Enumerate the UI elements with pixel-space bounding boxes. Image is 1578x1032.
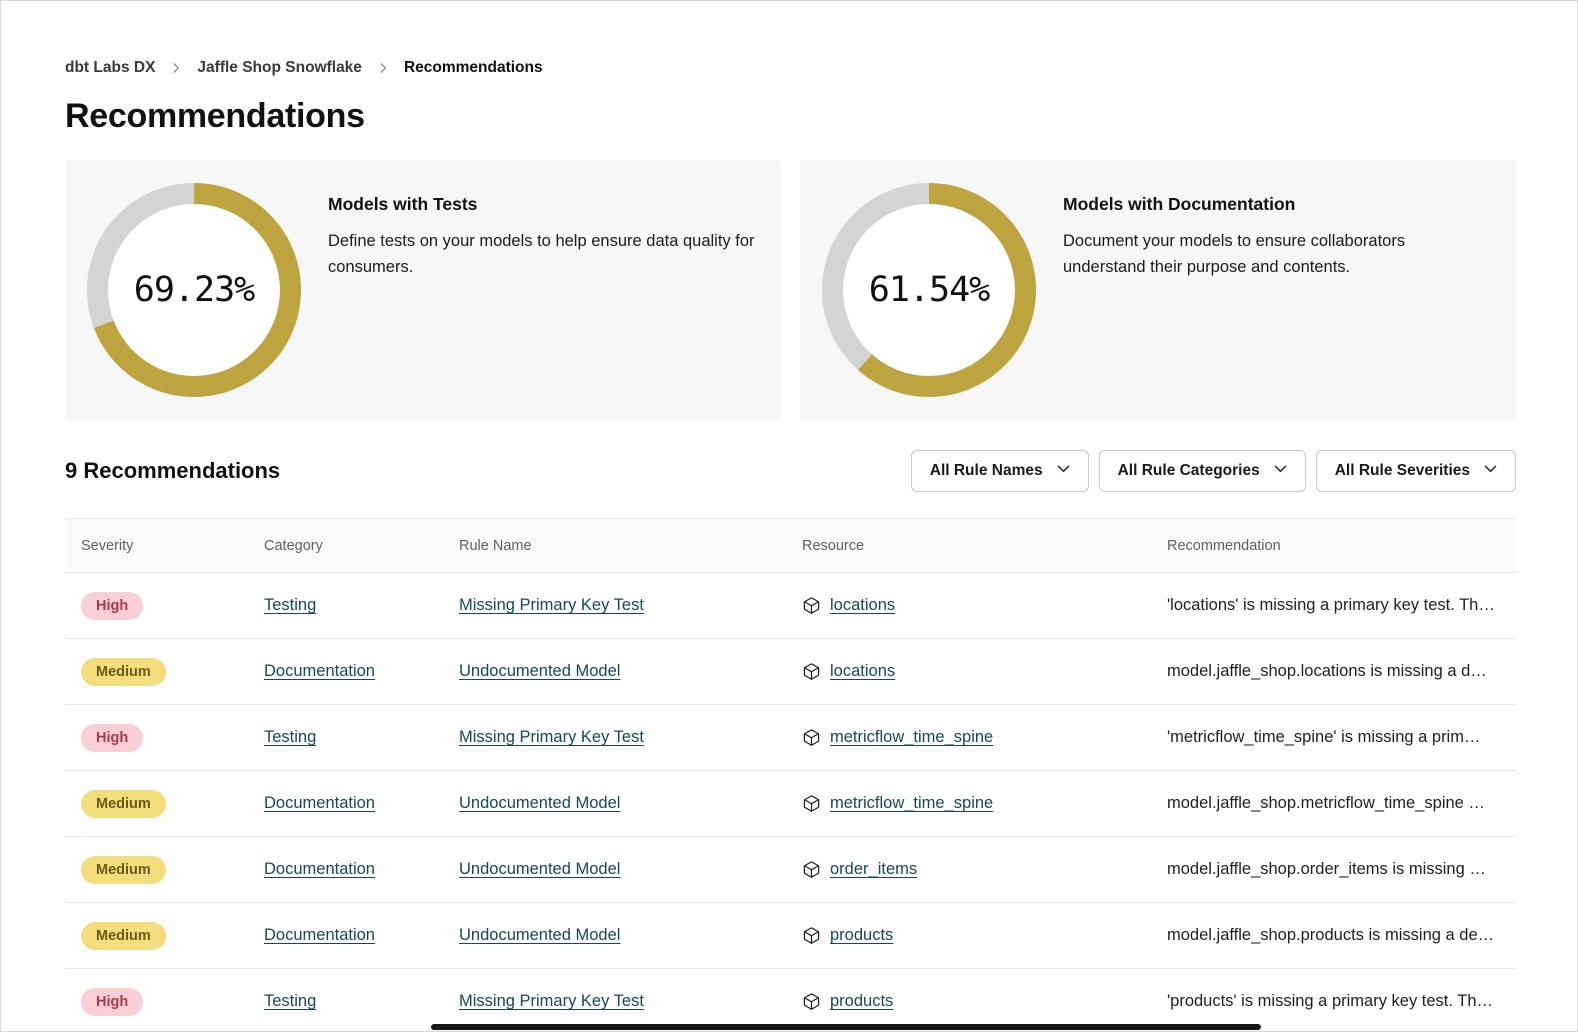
recommendation-text: model.jaffle_shop.products is missing a …: [1167, 926, 1516, 945]
category-link[interactable]: Testing: [264, 728, 316, 746]
package-icon: [802, 992, 821, 1011]
rule-names-filter-dropdown[interactable]: All Rule Names: [911, 450, 1089, 492]
page-title: Recommendations: [65, 97, 1516, 136]
card-title: Models with Tests: [328, 194, 757, 215]
documentation-donut-chart: 61.54%: [822, 183, 1036, 397]
rule-name-link[interactable]: Undocumented Model: [459, 926, 620, 944]
rule-categories-filter-dropdown[interactable]: All Rule Categories: [1099, 450, 1306, 492]
resource-link[interactable]: metricflow_time_spine: [830, 728, 993, 747]
card-text: Models with Documentation Document your …: [1063, 194, 1431, 280]
card-description: Document your models to ensure collabora…: [1063, 228, 1431, 280]
table-row: High Testing Missing Primary Key Test pr…: [65, 969, 1516, 1032]
recommendation-text: model.jaffle_shop.order_items is missing…: [1167, 860, 1516, 879]
resource-link[interactable]: products: [830, 926, 893, 945]
rule-name-link[interactable]: Undocumented Model: [459, 794, 620, 812]
resource-link[interactable]: locations: [830, 662, 895, 681]
table-row: High Testing Missing Primary Key Test lo…: [65, 573, 1516, 639]
breadcrumb-item-account[interactable]: dbt Labs DX: [65, 59, 155, 77]
donut-hole: 69.23%: [108, 204, 280, 376]
filter-label: All Rule Names: [930, 462, 1043, 480]
breadcrumb-item-project[interactable]: Jaffle Shop Snowflake: [197, 59, 362, 77]
package-icon: [802, 596, 821, 615]
recommendations-page: dbt Labs DX Jaffle Shop Snowflake Recomm…: [0, 0, 1578, 1032]
table-row: Medium Documentation Undocumented Model …: [65, 903, 1516, 969]
tests-percentage: 69.23%: [134, 270, 254, 310]
column-header-category: Category: [264, 538, 459, 554]
chevron-down-icon: [1055, 460, 1072, 482]
severity-badge: High: [81, 724, 143, 752]
table-header-row: Severity Category Rule Name Resource Rec…: [65, 519, 1516, 573]
horizontal-scrollbar-thumb[interactable]: [431, 1024, 1261, 1030]
resource-link[interactable]: locations: [830, 596, 895, 615]
card-text: Models with Tests Define tests on your m…: [328, 194, 757, 280]
summary-cards: 69.23% Models with Tests Define tests on…: [65, 160, 1516, 420]
recommendation-text: 'products' is missing a primary key test…: [1167, 992, 1516, 1011]
category-link[interactable]: Documentation: [264, 860, 375, 878]
resource-link[interactable]: metricflow_time_spine: [830, 794, 993, 813]
category-link[interactable]: Documentation: [264, 926, 375, 944]
table-row: Medium Documentation Undocumented Model …: [65, 837, 1516, 903]
severity-badge: Medium: [81, 790, 166, 818]
rule-name-link[interactable]: Missing Primary Key Test: [459, 992, 644, 1010]
recommendation-text: model.jaffle_shop.metricflow_time_spine …: [1167, 794, 1516, 813]
category-link[interactable]: Documentation: [264, 662, 375, 680]
table-row: Medium Documentation Undocumented Model …: [65, 771, 1516, 837]
documentation-percentage: 61.54%: [869, 270, 989, 310]
severity-badge: High: [81, 592, 143, 620]
column-header-recommendation: Recommendation: [1167, 538, 1516, 554]
table-row: High Testing Missing Primary Key Test me…: [65, 705, 1516, 771]
chevron-down-icon: [1482, 460, 1499, 482]
rule-severities-filter-dropdown[interactable]: All Rule Severities: [1316, 450, 1516, 492]
package-icon: [802, 860, 821, 879]
category-link[interactable]: Testing: [264, 992, 316, 1010]
chevron-down-icon: [1272, 460, 1289, 482]
column-header-rule-name: Rule Name: [459, 538, 802, 554]
recommendation-text: model.jaffle_shop.locations is missing a…: [1167, 662, 1516, 681]
severity-badge: Medium: [81, 922, 166, 950]
rule-name-link[interactable]: Undocumented Model: [459, 860, 620, 878]
chevron-right-icon: [376, 61, 390, 75]
recommendation-text: 'locations' is missing a primary key tes…: [1167, 596, 1516, 615]
breadcrumb-item-current: Recommendations: [404, 59, 543, 77]
rule-name-link[interactable]: Missing Primary Key Test: [459, 728, 644, 746]
severity-badge: Medium: [81, 856, 166, 884]
models-with-documentation-card: 61.54% Models with Documentation Documen…: [800, 160, 1516, 420]
tests-donut-chart: 69.23%: [87, 183, 301, 397]
breadcrumb: dbt Labs DX Jaffle Shop Snowflake Recomm…: [65, 59, 1516, 77]
filter-label: All Rule Categories: [1118, 462, 1260, 480]
resource-link[interactable]: products: [830, 992, 893, 1011]
category-link[interactable]: Testing: [264, 596, 316, 614]
list-header: 9 Recommendations All Rule Names All Rul…: [65, 450, 1516, 492]
package-icon: [802, 926, 821, 945]
rule-name-link[interactable]: Undocumented Model: [459, 662, 620, 680]
rule-name-link[interactable]: Missing Primary Key Test: [459, 596, 644, 614]
package-icon: [802, 728, 821, 747]
card-description: Define tests on your models to help ensu…: [328, 228, 757, 280]
recommendation-text: 'metricflow_time_spine' is missing a pri…: [1167, 728, 1516, 747]
table-row: Medium Documentation Undocumented Model …: [65, 639, 1516, 705]
column-header-severity: Severity: [81, 538, 264, 554]
recommendations-count: 9 Recommendations: [65, 458, 280, 484]
severity-badge: Medium: [81, 658, 166, 686]
category-link[interactable]: Documentation: [264, 794, 375, 812]
filters: All Rule Names All Rule Categories All R…: [911, 450, 1516, 492]
column-header-resource: Resource: [802, 538, 1167, 554]
donut-hole: 61.54%: [843, 204, 1015, 376]
package-icon: [802, 794, 821, 813]
card-title: Models with Documentation: [1063, 194, 1431, 215]
severity-badge: High: [81, 988, 143, 1016]
filter-label: All Rule Severities: [1335, 462, 1470, 480]
recommendations-table: Severity Category Rule Name Resource Rec…: [65, 518, 1516, 1032]
package-icon: [802, 662, 821, 681]
resource-link[interactable]: order_items: [830, 860, 917, 879]
models-with-tests-card: 69.23% Models with Tests Define tests on…: [65, 160, 781, 420]
chevron-right-icon: [169, 61, 183, 75]
